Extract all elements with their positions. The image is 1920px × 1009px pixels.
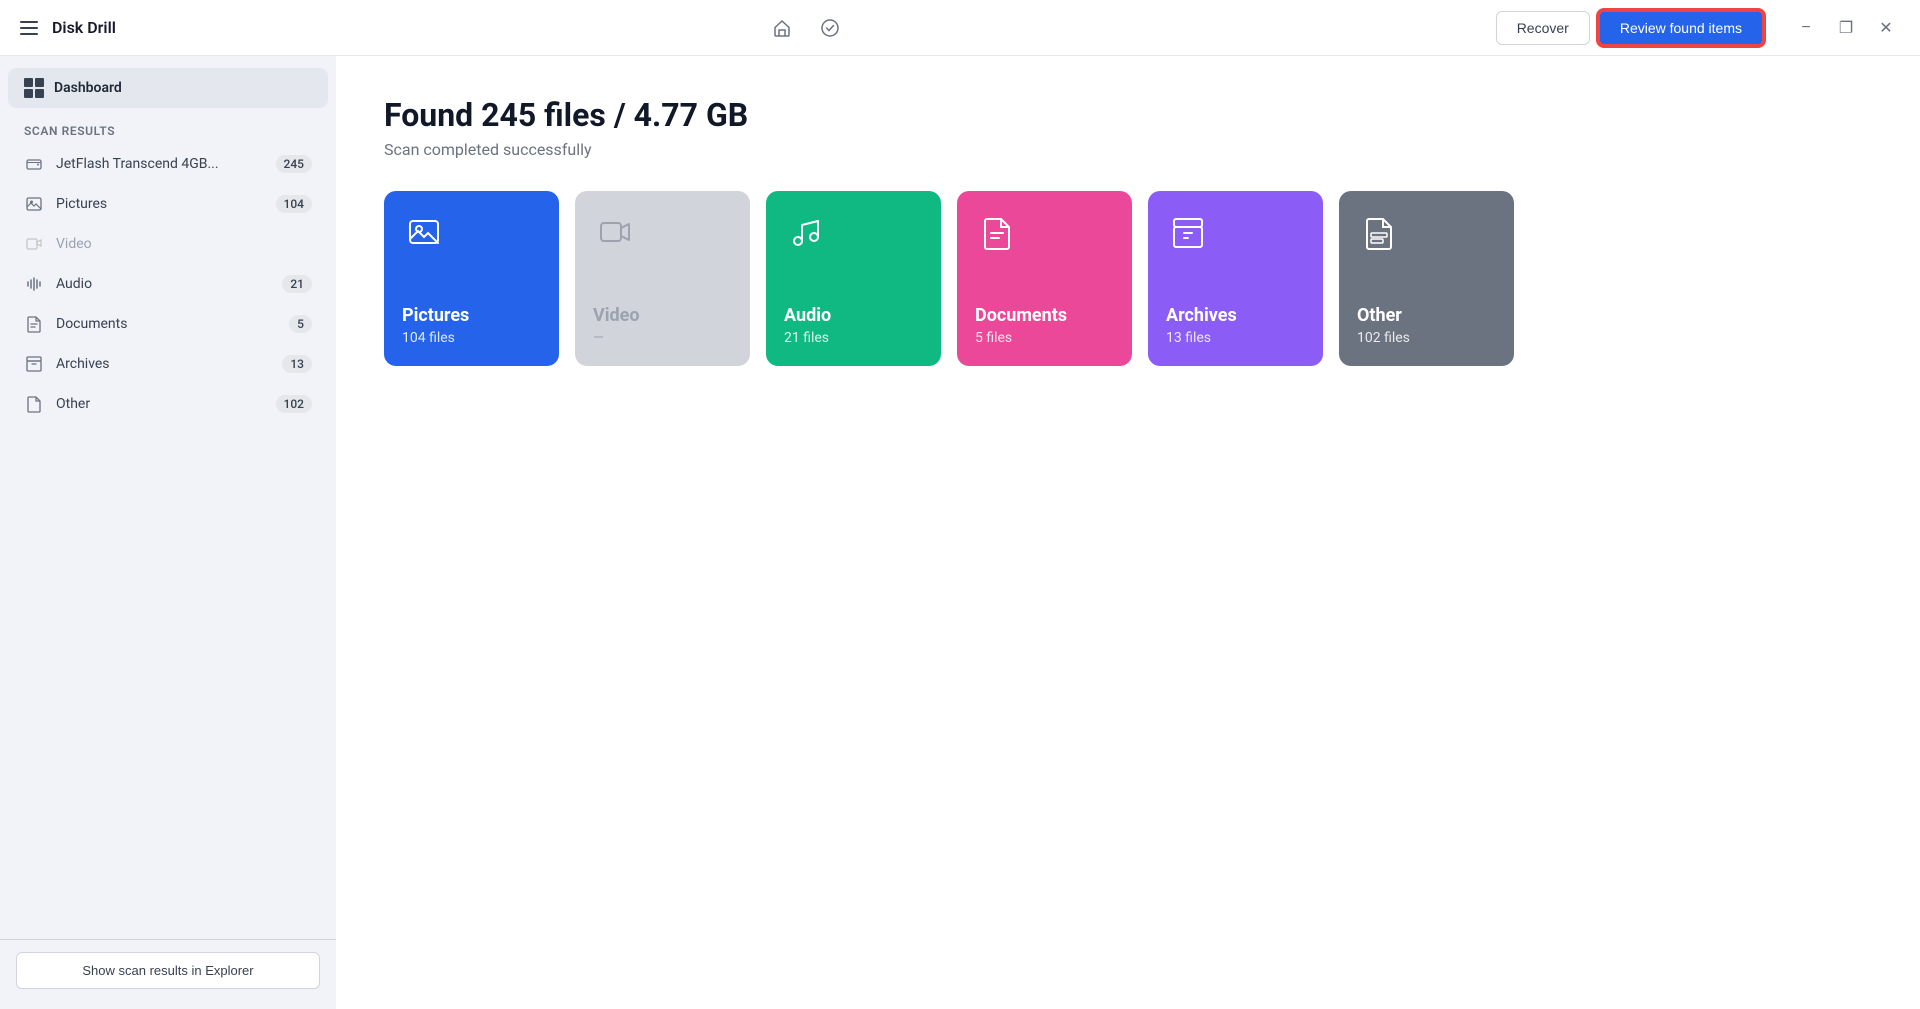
hamburger-icon[interactable]	[16, 17, 42, 39]
category-card-documents[interactable]: Documents 5 files	[957, 191, 1132, 366]
video-icon	[24, 234, 44, 254]
title-bar-left: Disk Drill	[16, 17, 116, 39]
sidebar-item-jetflash-label: JetFlash Transcend 4GB...	[56, 156, 264, 172]
sidebar-badge-pictures: 104	[276, 195, 312, 213]
other-card-name: Other	[1357, 305, 1496, 326]
pictures-card-count: 104 files	[402, 330, 541, 346]
main-content: Found 245 files / 4.77 GB Scan completed…	[336, 56, 1920, 1009]
sidebar-item-pictures[interactable]: Pictures 104	[0, 184, 336, 224]
audio-card-count: 21 files	[784, 330, 923, 346]
close-button[interactable]: ✕	[1868, 10, 1904, 46]
documents-card-icon	[977, 213, 1017, 253]
archives-card-name: Archives	[1166, 305, 1305, 326]
sidebar-item-jetflash[interactable]: JetFlash Transcend 4GB... 245	[0, 144, 336, 184]
sidebar-item-video[interactable]: Video	[0, 224, 336, 264]
category-card-other[interactable]: Other 102 files	[1339, 191, 1514, 366]
sidebar-footer: Show scan results in Explorer	[0, 939, 336, 1001]
other-card-icon	[1359, 213, 1399, 253]
title-bar-nav	[764, 10, 848, 46]
home-icon[interactable]	[764, 10, 800, 46]
app-window: Disk Drill Recover Review found items −	[0, 0, 1920, 1009]
category-card-audio[interactable]: Audio 21 files	[766, 191, 941, 366]
drive-icon	[24, 154, 44, 174]
show-explorer-button[interactable]: Show scan results in Explorer	[16, 952, 320, 989]
audio-icon	[24, 274, 44, 294]
sidebar-item-other[interactable]: Other 102	[0, 384, 336, 424]
found-title: Found 245 files / 4.77 GB	[384, 96, 1872, 134]
archives-icon	[24, 354, 44, 374]
audio-card-icon	[786, 213, 826, 253]
sidebar-item-video-label: Video	[56, 236, 312, 252]
category-card-video[interactable]: Video —	[575, 191, 750, 366]
sidebar-item-dashboard[interactable]: Dashboard	[8, 68, 328, 108]
window-controls: − ❐ ✕	[1788, 10, 1904, 46]
maximize-button[interactable]: ❐	[1828, 10, 1864, 46]
app-title: Disk Drill	[52, 18, 116, 37]
documents-icon	[24, 314, 44, 334]
scan-results-section-title: Scan results	[0, 112, 336, 144]
dashboard-label: Dashboard	[54, 80, 122, 96]
sidebar-item-archives[interactable]: Archives 13	[0, 344, 336, 384]
video-card-count: —	[593, 330, 732, 346]
scan-status: Scan completed successfully	[384, 140, 1872, 159]
other-card-count: 102 files	[1357, 330, 1496, 346]
sidebar-item-archives-label: Archives	[56, 356, 270, 372]
sidebar-item-audio-label: Audio	[56, 276, 270, 292]
documents-card-name: Documents	[975, 305, 1114, 326]
sidebar: Dashboard Scan results JetFlash Transcen…	[0, 56, 336, 1009]
title-bar: Disk Drill Recover Review found items −	[0, 0, 1920, 56]
pictures-card-name: Pictures	[402, 305, 541, 326]
sidebar-item-documents-label: Documents	[56, 316, 277, 332]
video-card-icon	[595, 213, 635, 253]
sidebar-item-audio[interactable]: Audio 21	[0, 264, 336, 304]
recover-button[interactable]: Recover	[1496, 11, 1590, 45]
category-card-pictures[interactable]: Pictures 104 files	[384, 191, 559, 366]
sidebar-badge-archives: 13	[282, 355, 312, 373]
checkmark-icon[interactable]	[812, 10, 848, 46]
sidebar-item-documents[interactable]: Documents 5	[0, 304, 336, 344]
review-found-items-button[interactable]: Review found items	[1598, 10, 1764, 46]
category-card-archives[interactable]: Archives 13 files	[1148, 191, 1323, 366]
pictures-card-icon	[404, 213, 444, 253]
sidebar-badge-other: 102	[276, 395, 312, 413]
title-bar-actions: Recover Review found items − ❐ ✕	[1496, 10, 1904, 46]
sidebar-badge-jetflash: 245	[276, 155, 312, 173]
other-icon	[24, 394, 44, 414]
categories-grid: Pictures 104 files Video —	[384, 191, 1872, 366]
sidebar-badge-audio: 21	[282, 275, 312, 293]
pictures-icon	[24, 194, 44, 214]
app-body: Dashboard Scan results JetFlash Transcen…	[0, 56, 1920, 1009]
sidebar-item-other-label: Other	[56, 396, 264, 412]
sidebar-badge-documents: 5	[289, 315, 312, 333]
archives-card-icon	[1168, 213, 1208, 253]
documents-card-count: 5 files	[975, 330, 1114, 346]
archives-card-count: 13 files	[1166, 330, 1305, 346]
audio-card-name: Audio	[784, 305, 923, 326]
minimize-button[interactable]: −	[1788, 10, 1824, 46]
dashboard-grid-icon	[24, 78, 44, 98]
sidebar-item-pictures-label: Pictures	[56, 196, 264, 212]
video-card-name: Video	[593, 305, 732, 326]
